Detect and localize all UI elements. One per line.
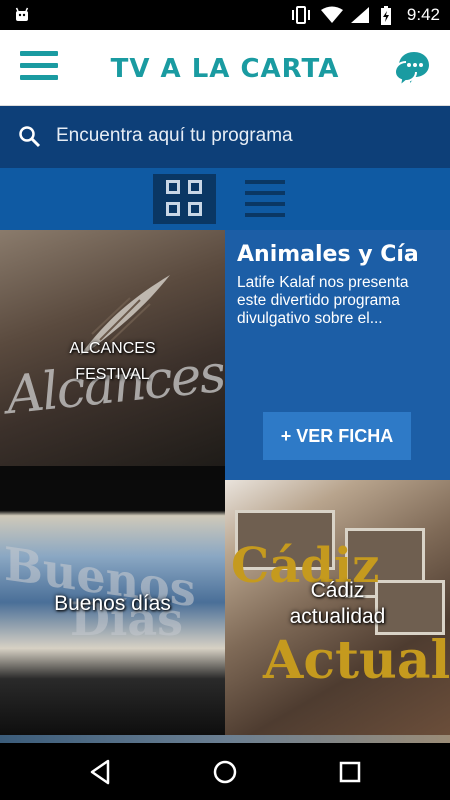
wifi-icon [321, 6, 343, 23]
android-notification-icon [15, 7, 29, 21]
clock: 9:42 [406, 5, 440, 24]
actualidad-overlay-text: Actualidad [263, 630, 450, 691]
app-bar: TV A LA CARTA [0, 30, 450, 106]
battery-charging-icon [381, 6, 391, 25]
ver-ficha-button[interactable]: + VER FICHA [263, 412, 411, 460]
home-icon[interactable] [210, 757, 240, 787]
program-info-card: Animales y Cía Latife Kalaf nos presenta… [225, 230, 450, 480]
next-row-strip [0, 735, 450, 743]
chat-icon[interactable] [392, 48, 432, 88]
program-label: Cádiz actualidad [289, 579, 386, 628]
search-input[interactable]: Encuentra aquí tu programa [56, 125, 293, 147]
page-title: TV A LA CARTA [110, 54, 340, 84]
status-bar: 9:42 [0, 0, 450, 30]
program-title: Animales y Cía [237, 242, 419, 267]
program-tile-cadiz-actualidad[interactable]: Cádiz Actualidad Cádiz actualidad [225, 480, 450, 735]
vibrate-icon [292, 6, 310, 24]
back-icon[interactable] [86, 757, 116, 787]
search-bar[interactable]: Encuentra aquí tu programa [0, 106, 450, 168]
program-label: ALCANCES FESTIVAL [69, 340, 156, 383]
signal-icon [351, 7, 369, 23]
program-label: Buenos días [54, 592, 171, 615]
program-description: Latife Kalaf nos presenta este divertido… [237, 274, 409, 327]
recents-icon[interactable] [335, 757, 365, 787]
list-view-button[interactable] [245, 180, 285, 218]
search-icon [19, 126, 41, 148]
program-tile-alcances[interactable]: Alcances ALCANCES FESTIVAL [0, 230, 225, 480]
grid-view-button[interactable] [153, 174, 216, 224]
system-nav-bar [0, 743, 450, 800]
view-toggle-bar [0, 168, 450, 230]
program-tile-buenos-dias[interactable]: Buenos Días Buenos días [0, 480, 225, 735]
